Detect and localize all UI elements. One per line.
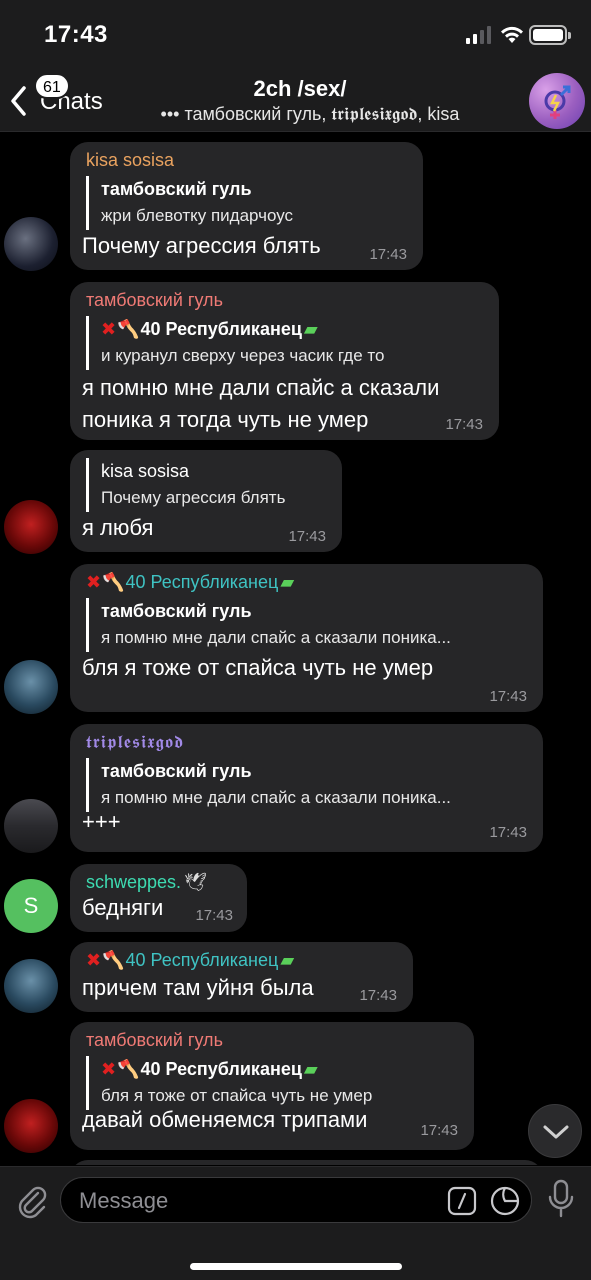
reply-text: Почему агрессия блять: [101, 488, 286, 507]
axe-icon: 🪓: [117, 1059, 140, 1079]
input-bar: Message: [0, 1166, 591, 1280]
reply-quote[interactable]: тамбовский гуль я помню мне дали спайс а…: [86, 758, 451, 812]
message-time: 17:43: [489, 824, 527, 841]
battery-icon: [529, 25, 571, 45]
chat-title[interactable]: 2ch /sex/: [160, 76, 440, 102]
group-avatar[interactable]: [529, 73, 585, 129]
water-pistol-icon: ▰: [303, 1059, 318, 1079]
reply-quote[interactable]: kisa sosisa Почему агрессия блять: [86, 458, 285, 512]
reply-quote[interactable]: тамбовский гуль жри блевотку пидарчоус: [86, 176, 293, 230]
sender-name: 40 Республиканец: [125, 572, 279, 592]
message-time: 17:43: [445, 416, 483, 433]
water-pistol-icon: ▰: [280, 572, 295, 592]
sender-name[interactable]: тамбовский гуль: [86, 290, 223, 311]
sender-name-line[interactable]: ✖🪓40 Республиканец ▰: [86, 572, 295, 593]
reply-sender-line: ✖🪓40 Республиканец ▰: [101, 1056, 372, 1082]
message-time: 17:43: [420, 1122, 458, 1139]
message-text: бля я тоже от спайса чуть не умер: [82, 655, 434, 680]
message-time: 17:43: [195, 907, 233, 924]
sender-name[interactable]: 𝖙𝖗𝖎𝖕𝖑𝖊𝖘𝖎𝖝𝖌𝖔𝖉: [86, 732, 184, 753]
axe-icon: 🪓: [117, 319, 140, 339]
message-bubble[interactable]: 𝖙𝖗𝖎𝖕𝖑𝖊𝖘𝖎𝖝𝖌𝖔𝖉 тамбовский гуль я помню мне…: [70, 724, 543, 852]
sender-name: 40 Республиканец: [125, 950, 279, 970]
message-bubble[interactable]: kisa sosisa тамбовский гуль жри блевотку…: [70, 142, 423, 270]
paperclip-icon[interactable]: [14, 1183, 50, 1219]
message-text: Почему агрессия блять: [82, 233, 321, 258]
avatar[interactable]: [4, 1099, 58, 1153]
reply-sender: тамбовский гуль: [101, 179, 252, 199]
cross-mark-icon: ✖: [86, 572, 102, 592]
message-bubble[interactable]: schweppes. 🕊 бедняги 17:43: [70, 864, 247, 932]
top-bar: 17:43 Chats 61 2ch /sex/ ••• тамбовский …: [0, 0, 591, 132]
sender-name[interactable]: тамбовский гуль: [86, 1030, 223, 1051]
message-text: я помню мне дали спайс а сказали: [82, 375, 440, 400]
message-bubble[interactable]: тамбовский гуль ✖🪓40 Республиканец ▰ бля …: [70, 1022, 474, 1150]
avatar[interactable]: [4, 660, 58, 714]
dove-icon: 🕊: [184, 872, 207, 892]
message-text: давай обменяемся трипами: [82, 1107, 368, 1132]
message-bubble[interactable]: ✖🪓40 Республиканец ▰ причем там уйня была…: [70, 942, 413, 1012]
cellular-signal-icon: [466, 26, 492, 44]
avatar-letter: S: [23, 893, 39, 918]
reply-sender: kisa sosisa: [101, 461, 190, 481]
message-text: бедняги: [82, 895, 164, 920]
axe-icon: 🪓: [102, 950, 125, 970]
sender-name-line[interactable]: schweppes. 🕊: [86, 872, 208, 893]
water-pistol-icon: ▰: [280, 950, 295, 970]
home-indicator: [190, 1263, 402, 1270]
cross-mark-icon: ✖: [86, 950, 102, 970]
reply-sender-line: ✖🪓40 Республиканец ▰: [101, 316, 384, 342]
bot-commands-icon[interactable]: [447, 1186, 477, 1216]
cross-mark-icon: ✖: [101, 319, 117, 339]
reply-quote[interactable]: тамбовский гуль я помню мне дали спайс а…: [86, 598, 451, 652]
message-time: 17:43: [489, 688, 527, 705]
sticker-icon[interactable]: [489, 1185, 521, 1217]
message-bubble[interactable]: kisa sosisa Почему агрессия блять я любя…: [70, 450, 342, 552]
reply-quote[interactable]: ✖🪓40 Республиканец ▰ и куранул сверху чер…: [86, 316, 384, 370]
message-time: 17:43: [288, 528, 326, 545]
message-text: поника я тогда чуть не умер: [82, 407, 369, 432]
status-time: 17:43: [44, 21, 108, 48]
message-list[interactable]: kisa sosisa тамбовский гуль жри блевотку…: [0, 133, 591, 1165]
message-placeholder: Message: [79, 1188, 169, 1213]
cross-mark-icon: ✖: [101, 1059, 117, 1079]
reply-sender: тамбовский гуль: [101, 601, 252, 621]
gender-symbol-icon: [544, 85, 571, 119]
reply-sender: 40 Республиканец: [140, 319, 302, 339]
message-time: 17:43: [369, 246, 407, 263]
wifi-icon: [501, 26, 523, 43]
microphone-icon[interactable]: [546, 1179, 576, 1219]
message-bubble[interactable]: ✖🪓40 Республиканец ▰ тамбовский гуль я по…: [70, 564, 543, 712]
reply-sender: тамбовский гуль: [101, 761, 252, 781]
reply-sender: 40 Республиканец: [140, 1059, 302, 1079]
sender-name: schweppes.: [86, 872, 182, 892]
avatar[interactable]: [4, 959, 58, 1013]
reply-text: я помню мне дали спайс а сказали поника.…: [101, 788, 451, 807]
avatar[interactable]: S: [4, 879, 58, 933]
message-bubble[interactable]: тамбовский гуль ✖🪓40 Республиканец ▰ и ку…: [70, 282, 499, 440]
reply-text: и куранул сверху через часик где то: [101, 346, 385, 365]
message-text: причем там уйня была: [82, 975, 314, 1000]
message-text: +++: [82, 809, 121, 834]
avatar[interactable]: [4, 799, 58, 853]
message-text: я любя: [82, 515, 154, 540]
chevron-down-icon: [543, 1125, 569, 1139]
sender-name[interactable]: kisa sosisa: [86, 150, 174, 171]
reply-quote[interactable]: ✖🪓40 Республиканец ▰ бля я тоже от спайса…: [86, 1056, 372, 1110]
chevron-left-icon: [11, 86, 26, 116]
axe-icon: 🪓: [102, 572, 125, 592]
reply-text: я помню мне дали спайс а сказали поника.…: [101, 628, 451, 647]
message-time: 17:43: [359, 987, 397, 1004]
message-input[interactable]: Message: [60, 1177, 532, 1223]
scroll-to-bottom-button[interactable]: [528, 1104, 582, 1158]
water-pistol-icon: ▰: [303, 319, 318, 339]
avatar[interactable]: [4, 500, 58, 554]
typing-status: ••• тамбовский гуль, 𝖙𝖗𝖎𝖕𝖑𝖊𝖘𝖎𝖝𝖌𝖔𝖉, kisa: [160, 104, 460, 124]
sender-name-line[interactable]: ✖🪓40 Республиканец ▰: [86, 950, 295, 971]
avatar[interactable]: [4, 217, 58, 271]
message-bubble[interactable]: [70, 1160, 543, 1165]
reply-text: жри блевотку пидарчоус: [101, 206, 294, 225]
unread-badge: 61: [34, 73, 70, 99]
